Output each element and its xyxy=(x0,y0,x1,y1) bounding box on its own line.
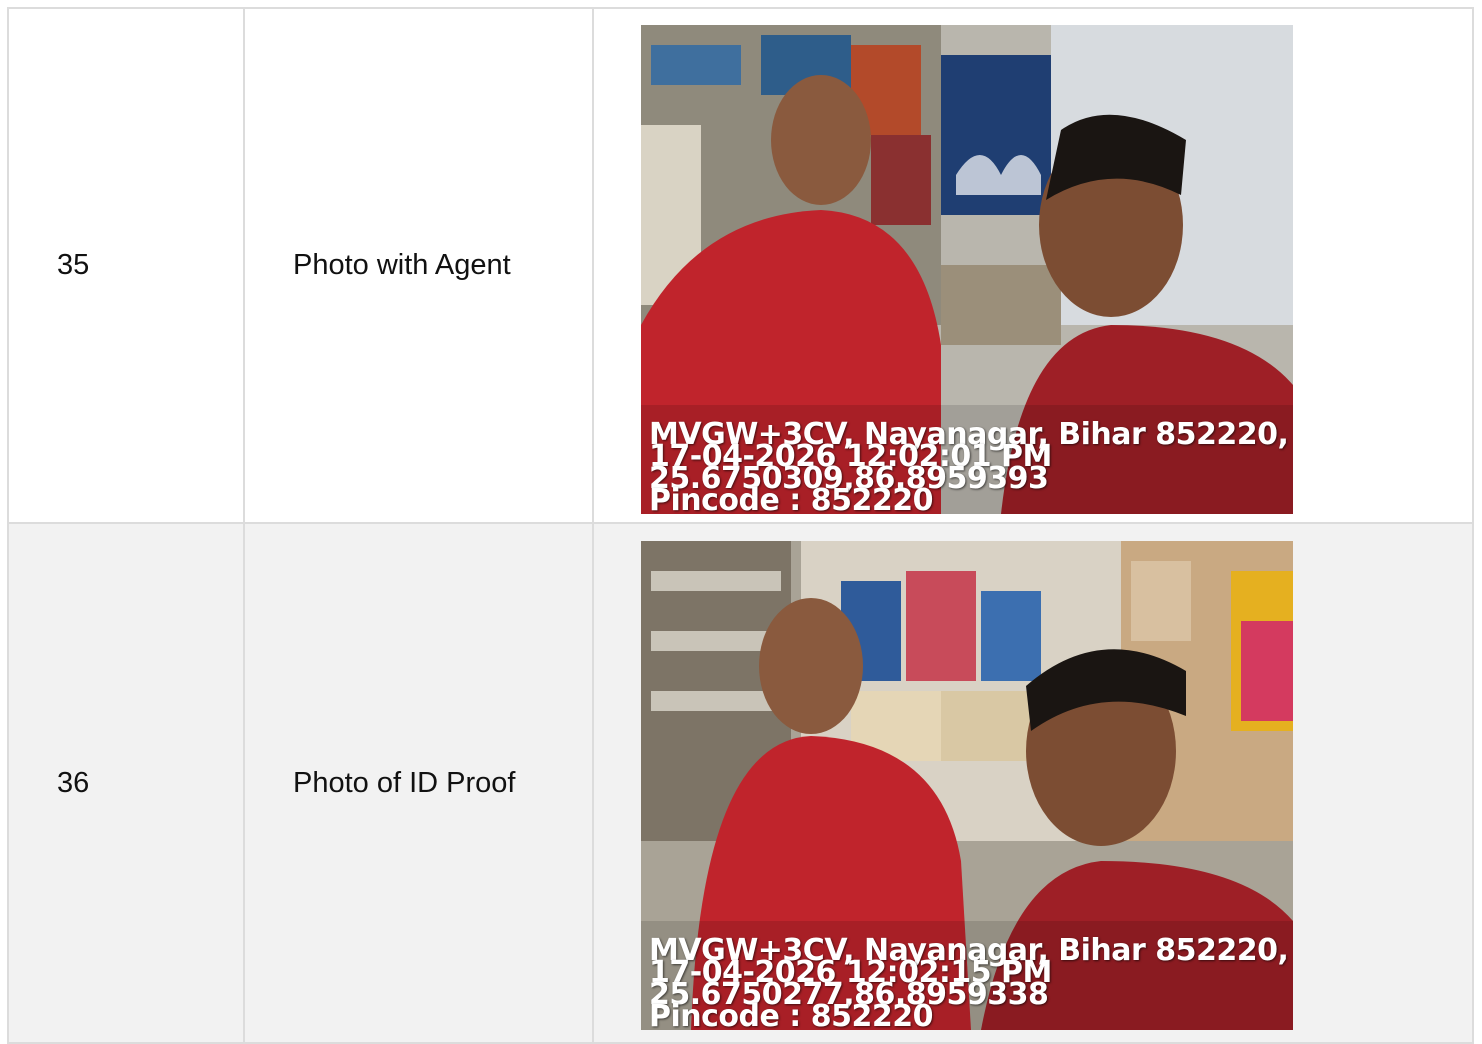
photo-cell: MVGW+3CV, Nayanagar, Bihar 852220, India… xyxy=(592,522,1474,1044)
agent-photo[interactable]: MVGW+3CV, Nayanagar, Bihar 852220, India… xyxy=(641,25,1293,514)
photo-geotag-stamp: MVGW+3CV, Nayanagar, Bihar 852220, India… xyxy=(649,936,1293,1031)
table-row: 36 Photo of ID Proof MVGW+3CV, Nayanagar… xyxy=(7,522,1474,1044)
row-label: Photo with Agent xyxy=(243,7,594,524)
photo-table: 35 Photo with Agent MVGW+3CV, Nayanagar,… xyxy=(7,7,1474,1044)
photo-geotag-stamp: MVGW+3CV, Nayanagar, Bihar 852220, India… xyxy=(649,420,1293,515)
id-proof-photo[interactable]: MVGW+3CV, Nayanagar, Bihar 852220, India… xyxy=(641,541,1293,1030)
row-label: Photo of ID Proof xyxy=(243,522,594,1044)
photo-cell: MVGW+3CV, Nayanagar, Bihar 852220, India… xyxy=(592,7,1474,524)
row-number: 36 xyxy=(7,522,245,1044)
row-number: 35 xyxy=(7,7,245,524)
table-row: 35 Photo with Agent MVGW+3CV, Nayanagar,… xyxy=(7,7,1474,524)
